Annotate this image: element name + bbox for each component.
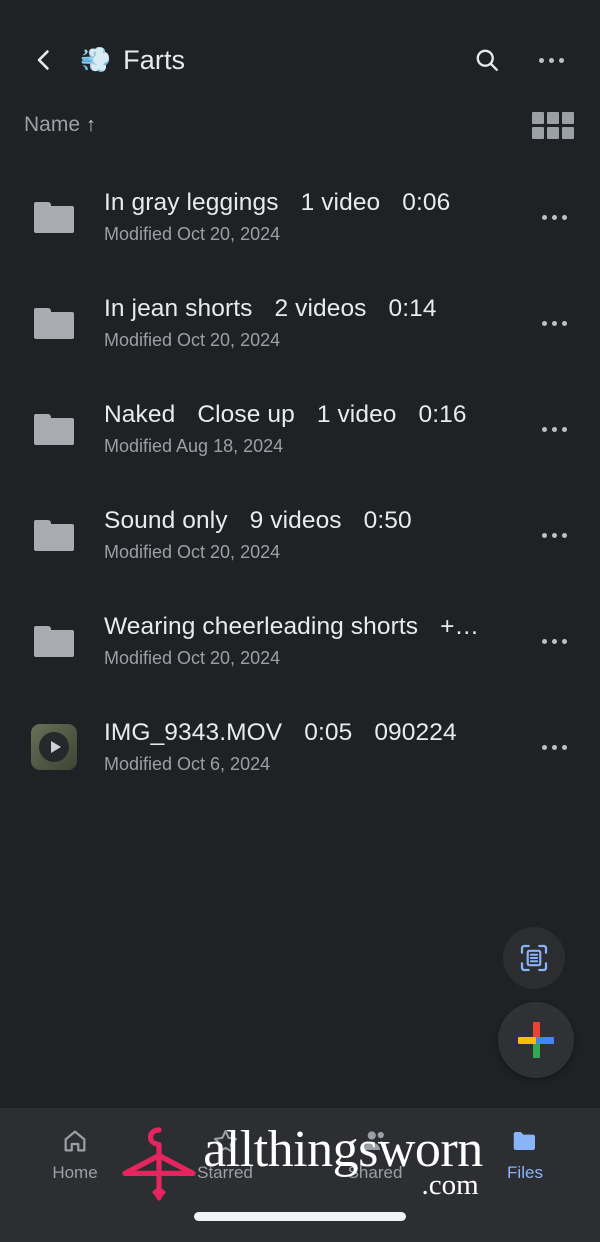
file-modified: Modified Oct 20, 2024 bbox=[104, 224, 281, 244]
sort-button[interactable]: Name ↑ bbox=[24, 113, 96, 137]
file-row[interactable]: Sound only 9 videos 0:50 Modified Oct 20, 2… bbox=[0, 482, 600, 588]
file-modified: Modified Oct 20, 2024 bbox=[104, 542, 281, 562]
file-name: In gray leggings bbox=[104, 189, 279, 216]
files-app-screen: 💨 Farts Name ↑ In gray leggings 1 video … bbox=[0, 0, 600, 1242]
file-count: 1 video bbox=[300, 189, 381, 216]
file-duration: 0:14 bbox=[388, 295, 437, 322]
file-row[interactable]: Naked Close up 1 video 0:16 Modified Aug 18,… bbox=[0, 376, 600, 482]
folder-icon bbox=[34, 307, 74, 339]
home-indicator bbox=[194, 1212, 406, 1221]
file-list: In gray leggings 1 video 0:06 Modified Oct … bbox=[0, 154, 600, 800]
video-thumbnail-icon bbox=[31, 724, 77, 770]
file-row[interactable]: Wearing cheerleading shorts +… Modified Oc… bbox=[0, 588, 600, 694]
file-row-primary: IMG_9343.MOV 0:05 090224 bbox=[104, 719, 526, 747]
sort-and-view-bar: Name ↑ bbox=[0, 96, 600, 154]
file-extra: 0:16 bbox=[418, 401, 467, 428]
overflow-menu-icon bbox=[541, 532, 567, 538]
smoke-emoji-icon: 💨 bbox=[80, 45, 112, 74]
grid-view-toggle-button[interactable] bbox=[532, 111, 574, 139]
nav-item-files[interactable]: Files bbox=[450, 1126, 600, 1183]
file-name: Naked bbox=[104, 401, 176, 428]
document-scan-icon bbox=[520, 944, 548, 972]
file-name: In jean shorts bbox=[104, 295, 253, 322]
sort-label: Name bbox=[24, 113, 81, 136]
file-name: Sound only bbox=[104, 507, 228, 534]
nav-item-home[interactable]: Home bbox=[0, 1126, 150, 1183]
file-name: IMG_9343.MOV bbox=[104, 719, 283, 746]
add-new-button[interactable] bbox=[498, 1002, 574, 1078]
file-row[interactable]: In gray leggings 1 video 0:06 Modified Oct … bbox=[0, 164, 600, 270]
app-bar-actions bbox=[464, 37, 574, 83]
file-modified: Modified Oct 6, 2024 bbox=[104, 754, 271, 774]
file-count: 0:05 bbox=[304, 719, 353, 746]
file-count: +… bbox=[440, 613, 480, 640]
nav-label-home: Home bbox=[52, 1163, 98, 1182]
file-count: Close up bbox=[197, 401, 295, 428]
scan-document-button[interactable] bbox=[503, 927, 565, 989]
page-title: 💨 Farts bbox=[80, 45, 464, 76]
file-count: 9 videos bbox=[249, 507, 342, 534]
bottom-navigation-bar: Home Starred Shared Files bbox=[0, 1108, 600, 1242]
overflow-menu-icon bbox=[538, 57, 564, 63]
file-row-overflow-button[interactable] bbox=[526, 295, 582, 351]
nav-label-starred: Starred bbox=[197, 1163, 253, 1182]
overflow-menu-icon bbox=[541, 744, 567, 750]
file-duration: 0:06 bbox=[402, 189, 451, 216]
folder-icon bbox=[34, 519, 74, 551]
overflow-menu-icon bbox=[541, 638, 567, 644]
people-icon bbox=[363, 1131, 387, 1150]
search-icon bbox=[476, 49, 498, 71]
folder-icon bbox=[34, 413, 74, 445]
nav-item-starred[interactable]: Starred bbox=[150, 1126, 300, 1183]
file-row-overflow-button[interactable] bbox=[526, 719, 582, 775]
back-button[interactable] bbox=[22, 38, 66, 82]
file-modified: Modified Oct 20, 2024 bbox=[104, 648, 281, 668]
file-row-overflow-button[interactable] bbox=[526, 189, 582, 245]
file-row-primary: In jean shorts 2 videos 0:14 bbox=[104, 295, 526, 323]
search-button[interactable] bbox=[464, 37, 510, 83]
file-duration: 090224 bbox=[374, 719, 457, 746]
file-duration: 0:50 bbox=[363, 507, 412, 534]
google-plus-icon bbox=[517, 1021, 555, 1059]
folder-icon bbox=[34, 201, 74, 233]
file-modified: Modified Aug 18, 2024 bbox=[104, 436, 284, 456]
app-bar: 💨 Farts bbox=[0, 24, 600, 96]
grid-view-icon bbox=[532, 111, 544, 124]
file-row-overflow-button[interactable] bbox=[526, 613, 582, 669]
file-duration: 1 video bbox=[316, 401, 397, 428]
star-icon bbox=[213, 1129, 237, 1152]
play-icon bbox=[39, 732, 69, 762]
file-row-primary: Wearing cheerleading shorts +… bbox=[104, 613, 526, 641]
file-name: Wearing cheerleading shorts bbox=[104, 613, 419, 640]
file-row-overflow-button[interactable] bbox=[526, 507, 582, 563]
nav-label-shared: Shared bbox=[347, 1163, 403, 1182]
folder-icon bbox=[513, 1132, 535, 1150]
file-row-primary: In gray leggings 1 video 0:06 bbox=[104, 189, 526, 217]
file-modified: Modified Oct 20, 2024 bbox=[104, 330, 281, 350]
nav-label-files: Files bbox=[507, 1163, 543, 1182]
nav-item-shared[interactable]: Shared bbox=[300, 1126, 450, 1183]
file-row[interactable]: In jean shorts 2 videos 0:14 Modified Oct 2… bbox=[0, 270, 600, 376]
sort-direction-arrow-icon: ↑ bbox=[86, 114, 97, 136]
overflow-menu-button[interactable] bbox=[528, 37, 574, 83]
folder-icon bbox=[34, 625, 74, 657]
file-count: 2 videos bbox=[274, 295, 367, 322]
file-row-primary: Sound only 9 videos 0:50 bbox=[104, 507, 526, 535]
home-icon bbox=[64, 1130, 86, 1152]
chevron-left-icon bbox=[37, 50, 49, 70]
overflow-menu-icon bbox=[541, 320, 567, 326]
status-bar bbox=[0, 0, 600, 24]
file-row[interactable]: IMG_9343.MOV 0:05 090224 Modified Oct 6, 20… bbox=[0, 694, 600, 800]
file-row-primary: Naked Close up 1 video 0:16 bbox=[104, 401, 526, 429]
file-row-overflow-button[interactable] bbox=[526, 401, 582, 457]
overflow-menu-icon bbox=[541, 214, 567, 220]
page-title-label: Farts bbox=[123, 44, 186, 75]
overflow-menu-icon bbox=[541, 426, 567, 432]
